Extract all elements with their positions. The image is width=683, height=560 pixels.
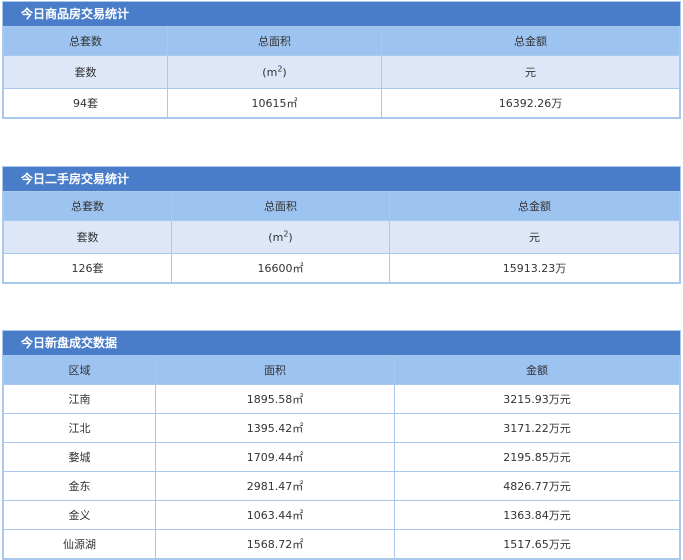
header-district: 区域 <box>3 355 156 385</box>
area-cell: 1709.44㎡ <box>155 442 395 472</box>
area-cell: 2981.47㎡ <box>155 471 395 501</box>
value-amount: 15913.23万 <box>389 253 680 283</box>
secondhand-stats-table: 总套数 总面积 总金额 套数 (m2) 元 126套 16600㎡ 15913.… <box>3 191 680 283</box>
value-area: 16600㎡ <box>171 253 390 283</box>
header-total-amount: 总金额 <box>389 191 680 221</box>
value-area: 10615㎡ <box>167 88 382 118</box>
district-cell: 金东 <box>3 471 156 501</box>
unit-amount: 元 <box>381 55 680 89</box>
header-amount: 金额 <box>394 355 680 385</box>
amount-cell: 3171.22万元 <box>394 413 680 443</box>
area-cell: 1395.42㎡ <box>155 413 395 443</box>
table-row: 126套 16600㎡ 15913.23万 <box>3 253 680 283</box>
commercial-stats-panel: 今日商品房交易统计 总套数 总面积 总金额 套数 (m2) 元 94套 1061… <box>2 1 681 119</box>
unit-area: (m2) <box>171 220 390 254</box>
secondhand-stats-panel: 今日二手房交易统计 总套数 总面积 总金额 套数 (m2) 元 126套 166… <box>2 166 681 284</box>
value-count: 126套 <box>3 253 172 283</box>
header-total-count: 总套数 <box>3 191 172 221</box>
amount-cell: 1363.84万元 <box>394 500 680 530</box>
newhomes-table: 区域 面积 金额 江南 1895.58㎡ 3215.93万元 江北 1395.4… <box>3 355 680 559</box>
value-amount: 16392.26万 <box>381 88 680 118</box>
unit-count: 套数 <box>3 220 172 254</box>
table-header-row: 总套数 总面积 总金额 <box>3 26 680 56</box>
header-total-area: 总面积 <box>167 26 382 56</box>
header-area: 面积 <box>155 355 395 385</box>
unit-amount: 元 <box>389 220 680 254</box>
table-row: 94套 10615㎡ 16392.26万 <box>3 88 680 118</box>
amount-cell: 4826.77万元 <box>394 471 680 501</box>
table-row: 婺城 1709.44㎡ 2195.85万元 <box>3 442 680 472</box>
table-row: 江北 1395.42㎡ 3171.22万元 <box>3 413 680 443</box>
amount-cell: 3215.93万元 <box>394 384 680 414</box>
table-row: 金义 1063.44㎡ 1363.84万元 <box>3 500 680 530</box>
panel-title: 今日新盘成交数据 <box>3 331 680 355</box>
table-row: 仙源湖 1568.72㎡ 1517.65万元 <box>3 529 680 559</box>
table-header-row: 总套数 总面积 总金额 <box>3 191 680 221</box>
amount-cell: 1517.65万元 <box>394 529 680 559</box>
unit-area: (m2) <box>167 55 382 89</box>
panel-title: 今日二手房交易统计 <box>3 167 680 191</box>
panel-title: 今日商品房交易统计 <box>3 2 680 26</box>
table-unit-row: 套数 (m2) 元 <box>3 220 680 254</box>
amount-cell: 2195.85万元 <box>394 442 680 472</box>
unit-count: 套数 <box>3 55 168 89</box>
table-unit-row: 套数 (m2) 元 <box>3 55 680 89</box>
district-cell: 仙源湖 <box>3 529 156 559</box>
district-cell: 婺城 <box>3 442 156 472</box>
header-total-amount: 总金额 <box>381 26 680 56</box>
table-row: 江南 1895.58㎡ 3215.93万元 <box>3 384 680 414</box>
commercial-stats-table: 总套数 总面积 总金额 套数 (m2) 元 94套 10615㎡ 16392.2… <box>3 26 680 118</box>
area-cell: 1063.44㎡ <box>155 500 395 530</box>
district-cell: 江北 <box>3 413 156 443</box>
header-total-area: 总面积 <box>171 191 390 221</box>
table-row: 金东 2981.47㎡ 4826.77万元 <box>3 471 680 501</box>
table-header-row: 区域 面积 金额 <box>3 355 680 385</box>
header-total-count: 总套数 <box>3 26 168 56</box>
district-cell: 江南 <box>3 384 156 414</box>
value-count: 94套 <box>3 88 168 118</box>
area-cell: 1895.58㎡ <box>155 384 395 414</box>
area-cell: 1568.72㎡ <box>155 529 395 559</box>
newhomes-panel: 今日新盘成交数据 区域 面积 金额 江南 1895.58㎡ 3215.93万元 … <box>2 330 681 560</box>
district-cell: 金义 <box>3 500 156 530</box>
